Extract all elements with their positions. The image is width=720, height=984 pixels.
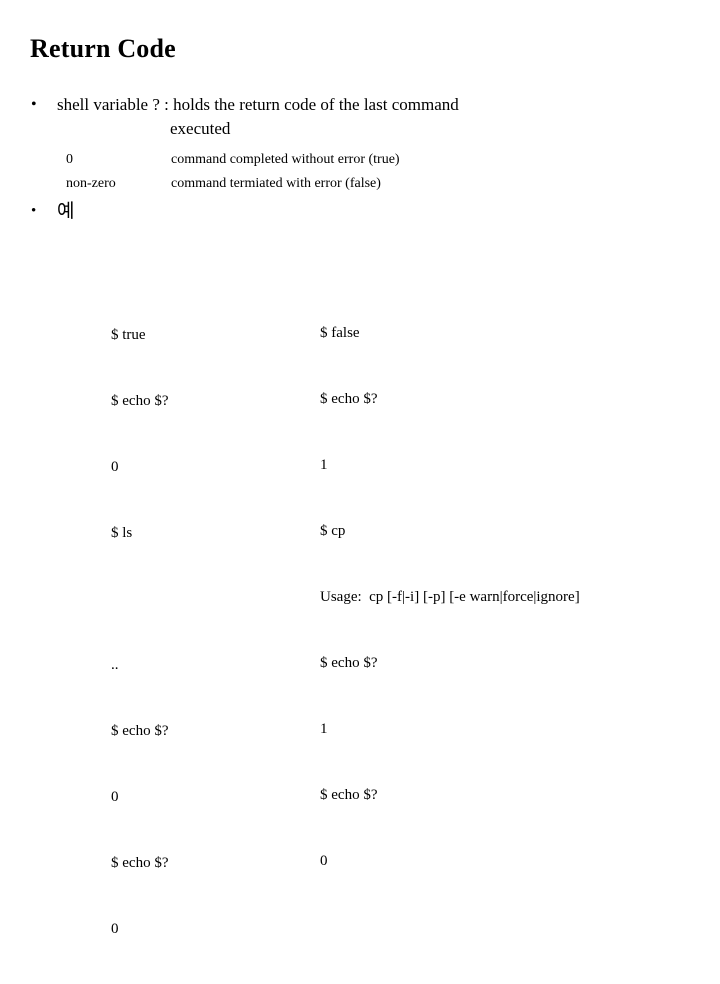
terminal-line: ..: [111, 657, 119, 673]
terminal-transcript-right: $ false $ echo $? 1 $ cp Usage: cp [-f|-…: [320, 278, 580, 916]
terminal-line: 0: [111, 459, 119, 475]
terminal-line: $ ls: [111, 525, 133, 541]
terminal-transcript-left: $ true $ echo $? 0 $ ls .. $ echo $? 0 $…: [111, 280, 168, 984]
page-title: Return Code: [30, 34, 176, 63]
terminal-line: $ echo $?: [320, 391, 378, 407]
terminal-line: 1: [320, 457, 328, 473]
definition-value: command completed without error (true): [171, 152, 400, 167]
bullet-point-icon: •: [31, 203, 37, 219]
terminal-line: 0: [320, 853, 328, 869]
terminal-line: 0: [111, 789, 119, 805]
terminal-line: $ cp: [320, 523, 346, 539]
bullet-item-label: shell variable ? : holds the return code…: [57, 95, 459, 114]
terminal-line: $ echo $?: [111, 855, 169, 871]
terminal-line: $ echo $?: [111, 723, 169, 739]
bullet-point-icon: •: [31, 96, 37, 113]
slide-canvas: Return Code • shell variable ? : holds t…: [0, 0, 720, 937]
bullet-item-example: • 예: [0, 200, 720, 228]
terminal-line: $ echo $?: [111, 393, 169, 409]
terminal-line: $ true: [111, 327, 146, 343]
terminal-line: $ echo $?: [320, 655, 378, 671]
definition-value: command termiated with error (false): [171, 176, 381, 191]
bullet-item-continuation: executed: [170, 119, 231, 138]
terminal-line: 1: [320, 721, 328, 737]
definition-key: non-zero: [66, 176, 116, 191]
bullet-item-shell-variable: • shell variable ? : holds the return co…: [0, 94, 720, 146]
definition-key: 0: [66, 152, 73, 167]
terminal-line: $ false: [320, 325, 360, 341]
terminal-line: $ echo $?: [320, 787, 378, 803]
bullet-item-label: 예: [57, 200, 75, 222]
terminal-line: Usage: cp [-f|-i] [-p] [-e warn|force|ig…: [320, 589, 580, 605]
terminal-line: 0: [111, 921, 119, 937]
